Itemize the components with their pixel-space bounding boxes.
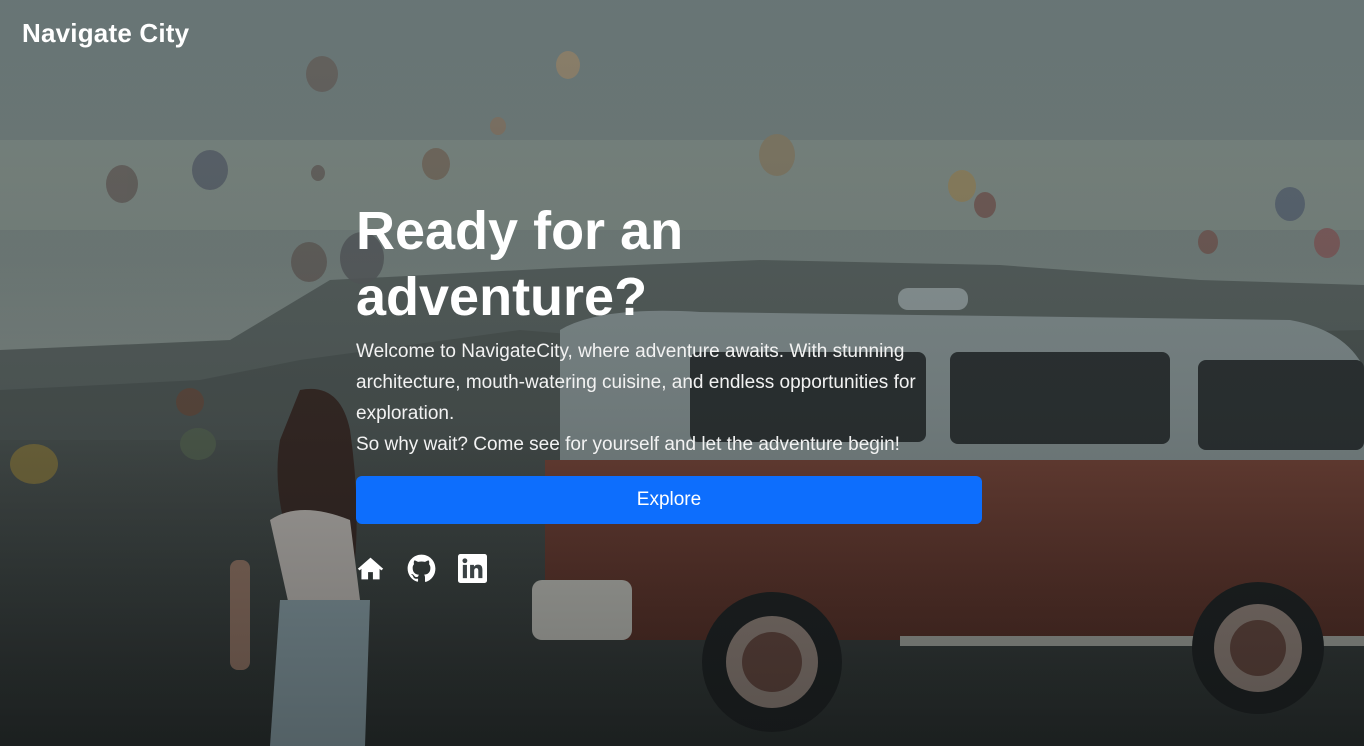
github-link[interactable] [407,554,436,583]
hero-paragraph: So why wait? Come see for yourself and l… [356,434,900,455]
social-links [356,554,982,583]
hero-paragraph: Welcome to NavigateCity, where adventure… [356,341,916,424]
home-link[interactable] [356,554,385,583]
hero-section: Ready for an adventure? Welcome to Navig… [356,198,982,583]
site-title[interactable]: Navigate City [22,18,189,49]
hero-description: Welcome to NavigateCity, where adventure… [356,336,956,460]
linkedin-link[interactable] [458,554,487,583]
explore-button[interactable]: Explore [356,476,982,524]
home-icon [357,557,384,580]
linkedin-icon [458,554,487,583]
github-icon [407,554,436,582]
hero-title: Ready for an adventure? [356,201,684,327]
